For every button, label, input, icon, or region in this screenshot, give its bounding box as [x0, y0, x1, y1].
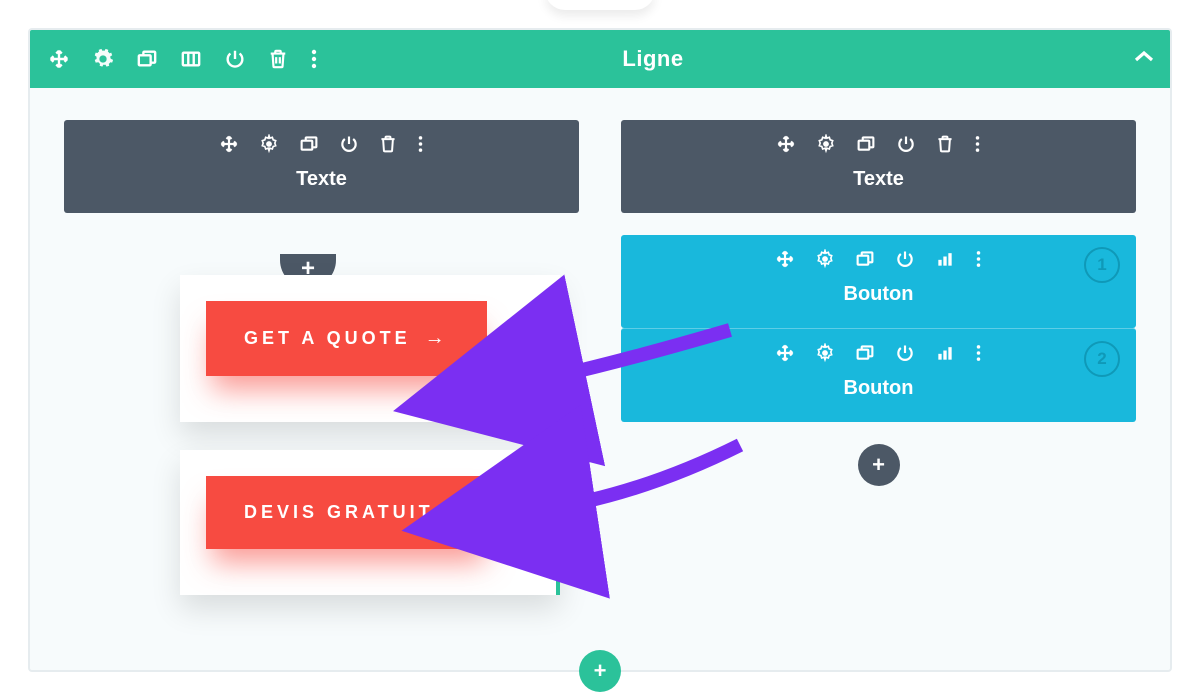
button-label: DEVIS GRATUIT !	[244, 502, 453, 523]
gear-icon[interactable]	[815, 249, 835, 269]
collapse-button[interactable]	[1118, 50, 1170, 69]
row-header: Ligne	[30, 30, 1170, 88]
move-icon[interactable]	[48, 48, 70, 70]
button-label: GET A QUOTE	[244, 328, 411, 349]
arrow-right-icon: →	[425, 327, 449, 350]
more-icon[interactable]	[975, 249, 982, 269]
module-button-variant[interactable]: 2 Bouton	[621, 328, 1136, 422]
gear-icon[interactable]	[815, 343, 835, 363]
gear-icon[interactable]	[259, 134, 279, 154]
module-toolbar	[621, 235, 1136, 269]
gear-icon[interactable]	[92, 48, 114, 70]
move-icon[interactable]	[775, 249, 795, 269]
module-label: Texte	[621, 154, 1136, 213]
duplicate-icon[interactable]	[855, 250, 875, 268]
more-icon[interactable]	[975, 343, 982, 363]
gear-icon[interactable]	[816, 134, 836, 154]
preview-button-quote[interactable]: GET A QUOTE →	[206, 301, 487, 376]
module-toolbar	[64, 120, 579, 154]
ab-badge: 2	[1084, 341, 1120, 377]
trash-icon[interactable]	[936, 134, 954, 154]
duplicate-icon[interactable]	[136, 49, 158, 69]
more-icon[interactable]	[417, 134, 424, 154]
move-icon[interactable]	[775, 343, 795, 363]
move-icon[interactable]	[776, 134, 796, 154]
module-label: Bouton	[621, 363, 1136, 422]
module-text[interactable]: Texte	[64, 120, 579, 213]
module-toolbar	[621, 120, 1136, 154]
ab-test-group: 1 Bouton 2	[621, 235, 1136, 422]
duplicate-icon[interactable]	[855, 344, 875, 362]
module-label: Texte	[64, 154, 579, 213]
duplicate-icon[interactable]	[299, 135, 319, 153]
canvas-top-tab	[545, 0, 655, 10]
more-icon[interactable]	[974, 134, 981, 154]
duplicate-icon[interactable]	[856, 135, 876, 153]
power-icon[interactable]	[895, 343, 915, 363]
module-text[interactable]: Texte	[621, 120, 1136, 213]
power-icon[interactable]	[895, 249, 915, 269]
module-label: Bouton	[621, 269, 1136, 328]
add-row-button[interactable]: +	[579, 650, 621, 692]
stats-icon[interactable]	[935, 249, 955, 269]
column-2: Texte 1	[621, 120, 1136, 486]
trash-icon[interactable]	[379, 134, 397, 154]
preview-button-devis[interactable]: DEVIS GRATUIT !	[206, 476, 491, 549]
move-icon[interactable]	[219, 134, 239, 154]
preview-card: DEVIS GRATUIT !	[180, 450, 560, 595]
ab-badge: 1	[1084, 247, 1120, 283]
stats-icon[interactable]	[935, 343, 955, 363]
module-toolbar	[621, 329, 1136, 363]
power-icon[interactable]	[896, 134, 916, 154]
module-button-variant[interactable]: 1 Bouton	[621, 235, 1136, 328]
preview-card: GET A QUOTE →	[180, 275, 560, 422]
power-icon[interactable]	[339, 134, 359, 154]
chevron-up-icon	[1133, 50, 1155, 64]
button-preview-overlay: GET A QUOTE → DEVIS GRATUIT !	[180, 275, 560, 595]
add-module-button[interactable]: +	[858, 444, 900, 486]
row-title: Ligne	[188, 46, 1118, 72]
